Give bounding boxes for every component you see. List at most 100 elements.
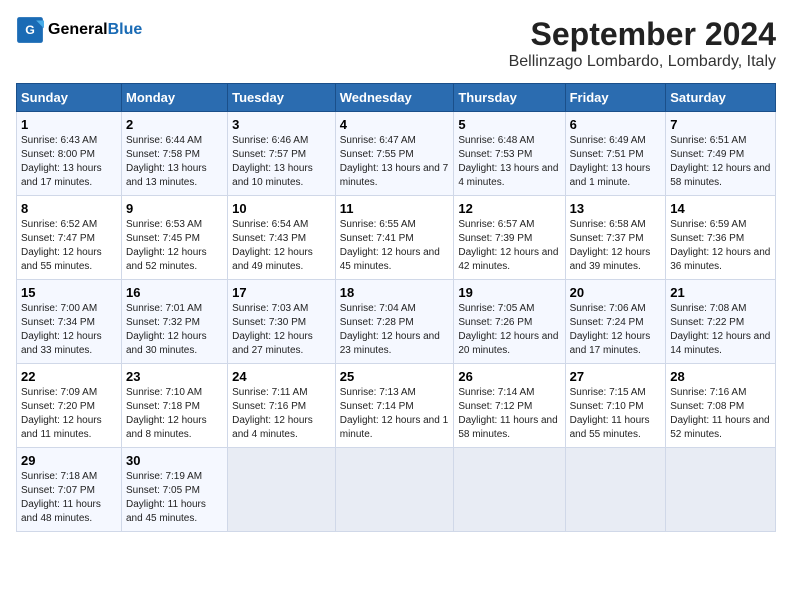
day-info: Sunrise: 6:46 AMSunset: 7:57 PMDaylight:… [232,134,331,190]
day-info: Sunrise: 7:08 AMSunset: 7:22 PMDaylight:… [670,302,771,358]
calendar-cell: 6Sunrise: 6:49 AMSunset: 7:51 PMDaylight… [565,112,666,196]
calendar-table: SundayMondayTuesdayWednesdayThursdayFrid… [16,83,776,532]
day-number: 22 [21,369,117,384]
day-info: Sunrise: 6:44 AMSunset: 7:58 PMDaylight:… [126,134,223,190]
calendar-cell: 16 Sunrise: 7:01 AMSunset: 7:32 PMDayligh… [121,280,227,364]
calendar-cell: 18 Sunrise: 7:04 AMSunset: 7:28 PMDayligh… [335,280,454,364]
calendar-cell: 25Sunrise: 7:13 AMSunset: 7:14 PMDayligh… [335,364,454,448]
col-header-sunday: Sunday [17,84,122,112]
day-number: 23 [126,369,223,384]
day-number: 14 [670,201,771,216]
week-row-3: 15Sunrise: 7:00 AMSunset: 7:34 PMDayligh… [17,280,776,364]
day-number: 18 [340,285,450,300]
day-number: 2 [126,117,223,132]
calendar-cell: 23 Sunrise: 7:10 AMSunset: 7:18 PMDayligh… [121,364,227,448]
calendar-header-row: SundayMondayTuesdayWednesdayThursdayFrid… [17,84,776,112]
week-row-2: 8 Sunrise: 6:52 AMSunset: 7:47 PMDaylight… [17,196,776,280]
day-info: Sunrise: 6:43 AMSunset: 8:00 PMDaylight:… [21,134,117,190]
calendar-cell: 19 Sunrise: 7:05 AMSunset: 7:26 PMDayligh… [454,280,565,364]
calendar-cell: 30 Sunrise: 7:19 AMSunset: 7:05 PMDayligh… [121,448,227,532]
day-info: Sunrise: 7:11 AMSunset: 7:16 PMDaylight:… [232,386,331,442]
day-number: 16 [126,285,223,300]
day-number: 4 [340,117,450,132]
col-header-friday: Friday [565,84,666,112]
day-number: 1 [21,117,117,132]
calendar-cell: 11Sunrise: 6:55 AMSunset: 7:41 PMDayligh… [335,196,454,280]
calendar-cell: 10 Sunrise: 6:54 AMSunset: 7:43 PMDayligh… [228,196,336,280]
calendar-cell: 20 Sunrise: 7:06 AMSunset: 7:24 PMDayligh… [565,280,666,364]
calendar-cell: 7 Sunrise: 6:51 AMSunset: 7:49 PMDaylight… [666,112,776,196]
calendar-cell: 21 Sunrise: 7:08 AMSunset: 7:22 PMDayligh… [666,280,776,364]
calendar-cell: 12Sunrise: 6:57 AMSunset: 7:39 PMDayligh… [454,196,565,280]
day-info: Sunrise: 6:48 AMSunset: 7:53 PMDaylight:… [458,134,560,190]
day-number: 10 [232,201,331,216]
day-info: Sunrise: 6:47 AMSunset: 7:55 PMDaylight:… [340,134,450,190]
day-info: Sunrise: 6:55 AMSunset: 7:41 PMDaylight:… [340,218,450,274]
main-title: September 2024 [509,16,776,53]
day-info: Sunrise: 7:01 AMSunset: 7:32 PMDaylight:… [126,302,223,358]
col-header-saturday: Saturday [666,84,776,112]
day-info: Sunrise: 7:15 AMSunset: 7:10 PMDaylight:… [570,386,662,442]
day-info: Sunrise: 6:58 AMSunset: 7:37 PMDaylight:… [570,218,662,274]
day-number: 28 [670,369,771,384]
logo-icon: G [16,16,44,44]
day-number: 21 [670,285,771,300]
day-number: 17 [232,285,331,300]
calendar-cell: 2 Sunrise: 6:44 AMSunset: 7:58 PMDaylight… [121,112,227,196]
calendar-cell: 13 Sunrise: 6:58 AMSunset: 7:37 PMDayligh… [565,196,666,280]
title-area: September 2024 Bellinzago Lombardo, Lomb… [509,16,776,71]
day-info: Sunrise: 7:14 AMSunset: 7:12 PMDaylight:… [458,386,560,442]
day-number: 8 [21,201,117,216]
col-header-tuesday: Tuesday [228,84,336,112]
calendar-cell: 4 Sunrise: 6:47 AMSunset: 7:55 PMDaylight… [335,112,454,196]
calendar-cell: 3 Sunrise: 6:46 AMSunset: 7:57 PMDaylight… [228,112,336,196]
day-info: Sunrise: 6:59 AMSunset: 7:36 PMDaylight:… [670,218,771,274]
subtitle: Bellinzago Lombardo, Lombardy, Italy [509,53,776,71]
calendar-cell [335,448,454,532]
day-info: Sunrise: 6:57 AMSunset: 7:39 PMDaylight:… [458,218,560,274]
calendar-cell: 9 Sunrise: 6:53 AMSunset: 7:45 PMDaylight… [121,196,227,280]
day-info: Sunrise: 7:18 AMSunset: 7:07 PMDaylight:… [21,470,117,526]
day-number: 9 [126,201,223,216]
day-number: 27 [570,369,662,384]
day-number: 26 [458,369,560,384]
day-info: Sunrise: 6:52 AMSunset: 7:47 PMDaylight:… [21,218,117,274]
calendar-cell: 24Sunrise: 7:11 AMSunset: 7:16 PMDayligh… [228,364,336,448]
col-header-monday: Monday [121,84,227,112]
calendar-cell: 5 Sunrise: 6:48 AMSunset: 7:53 PMDaylight… [454,112,565,196]
calendar-cell: 8 Sunrise: 6:52 AMSunset: 7:47 PMDaylight… [17,196,122,280]
day-number: 7 [670,117,771,132]
calendar-cell: 17Sunrise: 7:03 AMSunset: 7:30 PMDayligh… [228,280,336,364]
day-info: Sunrise: 7:13 AMSunset: 7:14 PMDaylight:… [340,386,450,442]
col-header-thursday: Thursday [454,84,565,112]
calendar-cell [228,448,336,532]
day-number: 3 [232,117,331,132]
day-info: Sunrise: 7:19 AMSunset: 7:05 PMDaylight:… [126,470,223,526]
day-info: Sunrise: 6:51 AMSunset: 7:49 PMDaylight:… [670,134,771,190]
day-number: 13 [570,201,662,216]
col-header-wednesday: Wednesday [335,84,454,112]
day-info: Sunrise: 6:53 AMSunset: 7:45 PMDaylight:… [126,218,223,274]
calendar-cell [666,448,776,532]
day-number: 20 [570,285,662,300]
day-number: 6 [570,117,662,132]
day-info: Sunrise: 7:10 AMSunset: 7:18 PMDaylight:… [126,386,223,442]
day-number: 5 [458,117,560,132]
day-number: 29 [21,453,117,468]
day-number: 30 [126,453,223,468]
day-info: Sunrise: 6:54 AMSunset: 7:43 PMDaylight:… [232,218,331,274]
svg-text:G: G [25,23,35,37]
day-info: Sunrise: 7:05 AMSunset: 7:26 PMDaylight:… [458,302,560,358]
logo-text: GeneralBlue [48,21,142,39]
calendar-cell: 26 Sunrise: 7:14 AMSunset: 7:12 PMDayligh… [454,364,565,448]
day-number: 19 [458,285,560,300]
day-info: Sunrise: 7:09 AMSunset: 7:20 PMDaylight:… [21,386,117,442]
day-info: Sunrise: 7:06 AMSunset: 7:24 PMDaylight:… [570,302,662,358]
calendar-cell [454,448,565,532]
day-info: Sunrise: 7:04 AMSunset: 7:28 PMDaylight:… [340,302,450,358]
week-row-1: 1 Sunrise: 6:43 AMSunset: 8:00 PMDaylight… [17,112,776,196]
day-number: 15 [21,285,117,300]
calendar-cell: 1 Sunrise: 6:43 AMSunset: 8:00 PMDaylight… [17,112,122,196]
calendar-cell: 15Sunrise: 7:00 AMSunset: 7:34 PMDayligh… [17,280,122,364]
week-row-5: 29 Sunrise: 7:18 AMSunset: 7:07 PMDayligh… [17,448,776,532]
